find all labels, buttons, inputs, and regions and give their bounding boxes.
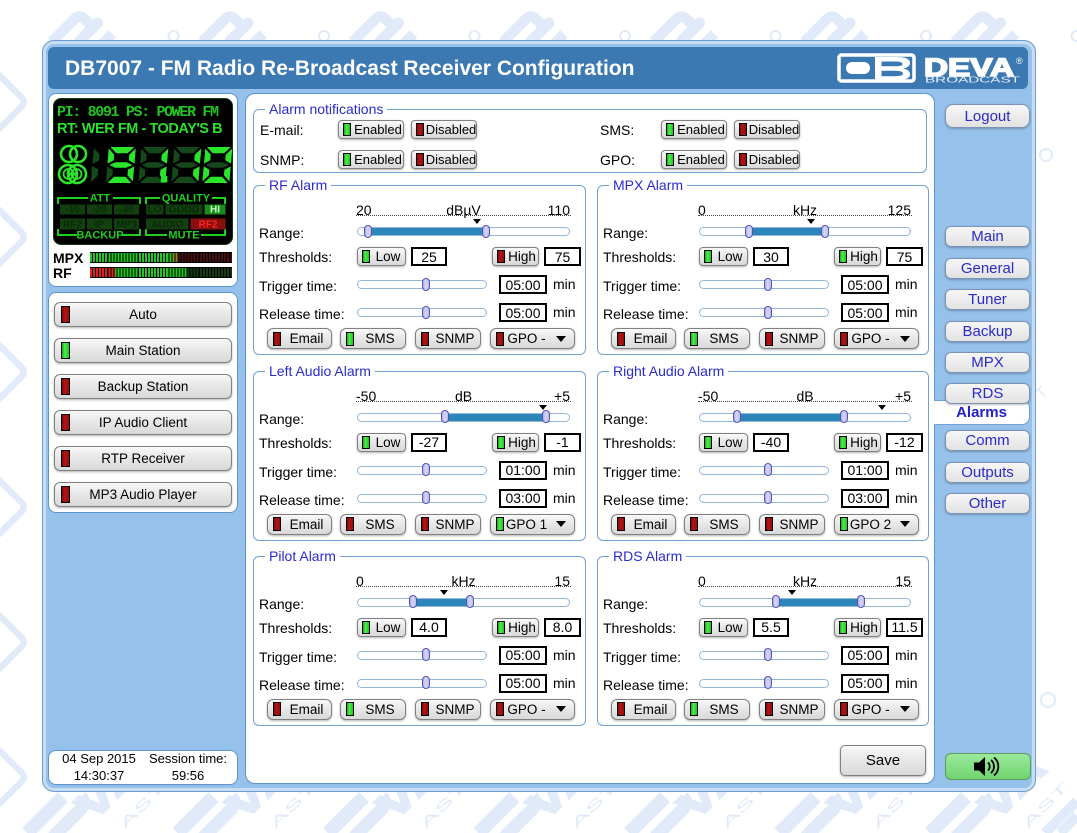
svg-text:-20: -20 xyxy=(92,205,107,216)
svg-text:BROADCAST: BROADCAST xyxy=(925,75,1020,85)
svg-text:HI: HI xyxy=(210,205,220,216)
svg-text:LO: LO xyxy=(148,205,162,216)
svg-text:RF2: RF2 xyxy=(63,220,82,231)
svg-text:MUTE: MUTE xyxy=(168,230,199,242)
svg-text:-30: -30 xyxy=(119,205,134,216)
svg-text:RF2: RF2 xyxy=(199,220,218,231)
svg-text:IP: IP xyxy=(95,220,105,231)
svg-text:QUALITY: QUALITY xyxy=(162,193,211,205)
svg-text:MP3: MP3 xyxy=(116,220,137,231)
svg-text:GOOD: GOOD xyxy=(169,205,200,216)
svg-text:ATT: ATT xyxy=(90,193,111,205)
svg-text:-10: -10 xyxy=(65,205,80,216)
svg-text:BACKUP: BACKUP xyxy=(76,230,123,242)
svg-text:®: ® xyxy=(1016,56,1023,66)
svg-text:AUDIO: AUDIO xyxy=(151,220,183,231)
